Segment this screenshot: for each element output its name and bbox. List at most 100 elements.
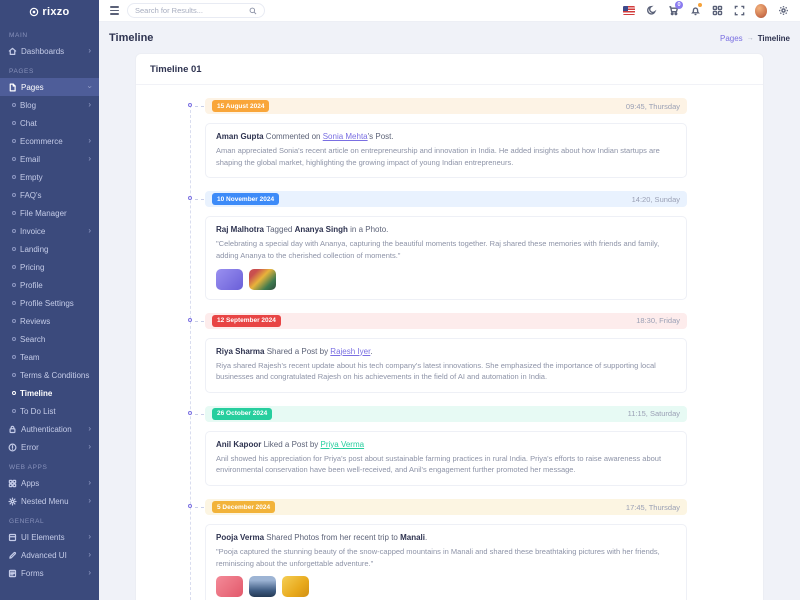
date-badge: 12 September 2024: [212, 315, 281, 327]
timeline-entry: 5 December 202417:45, Thursday Pooja Verm…: [205, 499, 687, 600]
sidebar-item-ui-elements[interactable]: UI Elements›: [0, 528, 99, 546]
cart-badge: 0: [675, 1, 683, 9]
date-badge: 5 December 2024: [212, 501, 275, 513]
entry-header: 5 December 202417:45, Thursday: [205, 499, 687, 515]
search-input[interactable]: [135, 6, 245, 15]
sidebar-item-dashboards[interactable]: Dashboards›: [0, 42, 99, 60]
text-part: Manali: [400, 533, 425, 542]
entry-time: 11:15, Saturday: [628, 409, 680, 418]
photo-thumbnail-yellow-flowers[interactable]: [282, 576, 309, 597]
settings-gear-icon[interactable]: [777, 5, 789, 17]
timeline-entry: 26 October 202411:15, SaturdayAnil Kapoo…: [205, 406, 687, 486]
sidebar-item-profile[interactable]: Profile: [0, 276, 99, 294]
bullet-icon: [12, 265, 16, 269]
entry-header: 12 September 202418:30, Friday: [205, 313, 687, 329]
entry-card: Aman Gupta Commented on Sonia Mehta's Po…: [205, 123, 687, 178]
entry-title: Aman Gupta Commented on Sonia Mehta's Po…: [216, 132, 676, 141]
sidebar-item-email[interactable]: Email›: [0, 150, 99, 168]
sidebar-item-profile-settings[interactable]: Profile Settings: [0, 294, 99, 312]
apps-grid-icon[interactable]: [711, 5, 723, 17]
section-label-main: MAIN: [0, 24, 99, 42]
sidebar-item-terms-conditions[interactable]: Terms & Conditions: [0, 366, 99, 384]
sidebar-item-label: Ecommerce: [20, 137, 63, 146]
sidebar-item-to-do-list[interactable]: To Do List: [0, 402, 99, 420]
search-icon[interactable]: [249, 7, 257, 15]
timeline-entry: 12 September 202418:30, FridayRiya Sharm…: [205, 313, 687, 393]
alert-icon: [8, 443, 17, 452]
photo-thumbnail-pink-art[interactable]: [216, 576, 243, 597]
timeline-connector: [195, 414, 204, 415]
photo-thumbnail-mountains[interactable]: [249, 576, 276, 597]
sidebar-item-label: Pages: [21, 83, 44, 92]
sidebar-item-nested-menu[interactable]: Nested Menu›: [0, 492, 99, 510]
photo-thumbnail-flowers[interactable]: [249, 269, 276, 290]
dark-mode-icon[interactable]: [645, 5, 657, 17]
notifications-bell-icon[interactable]: [689, 5, 701, 17]
chevron-right-icon: ›: [88, 569, 91, 577]
menu-toggle-icon[interactable]: [110, 6, 119, 14]
sidebar-item-team[interactable]: Team: [0, 348, 99, 366]
chevron-right-icon: ›: [88, 137, 91, 145]
sidebar-item-label: Profile Settings: [20, 299, 74, 308]
breadcrumb-parent-link[interactable]: Pages: [720, 34, 743, 43]
chevron-right-icon: ›: [88, 425, 91, 433]
sidebar-item-timeline[interactable]: Timeline: [0, 384, 99, 402]
entry-body-text: Anil showed his appreciation for Priya's…: [216, 453, 676, 476]
sidebar-item-file-manager[interactable]: File Manager: [0, 204, 99, 222]
page-title: Timeline: [109, 32, 153, 44]
section-label-general: GENERAL: [0, 510, 99, 528]
navbar-icons: 0: [623, 5, 789, 17]
sidebar-item-reviews[interactable]: Reviews: [0, 312, 99, 330]
breadcrumb: Pages → Timeline: [720, 34, 790, 43]
sidebar-item-search[interactable]: Search: [0, 330, 99, 348]
chevron-right-icon: ›: [88, 443, 91, 451]
entry-card: Pooja Verma Shared Photos from her recen…: [205, 524, 687, 600]
sidebar-item-apps[interactable]: Apps›: [0, 474, 99, 492]
timeline-connector: [195, 199, 204, 200]
home-icon: [8, 47, 17, 56]
language-flag-icon[interactable]: [623, 5, 635, 17]
search-box: [127, 3, 265, 18]
timeline-connector: [195, 507, 204, 508]
file-icon: [8, 83, 17, 92]
sidebar-item-empty[interactable]: Empty: [0, 168, 99, 186]
box-icon: [8, 533, 17, 542]
sidebar-item-forms[interactable]: Forms›: [0, 564, 99, 582]
sidebar-item-pages[interactable]: Pages›: [0, 78, 99, 96]
cart-icon[interactable]: 0: [667, 5, 679, 17]
form-icon: [8, 569, 17, 578]
sidebar-item-label: Reviews: [20, 317, 50, 326]
person-link[interactable]: Rajesh Iyer: [330, 347, 370, 356]
sidebar-item-label: Terms & Conditions: [20, 371, 89, 380]
text-part: Anil Kapoor: [216, 440, 261, 449]
sidebar-item-ecommerce[interactable]: Ecommerce ›: [0, 132, 99, 150]
bullet-icon: [12, 247, 16, 251]
text-part: Raj Malhotra: [216, 225, 264, 234]
app-logo[interactable]: rixzo: [0, 0, 99, 24]
sidebar-item-error[interactable]: Error›: [0, 438, 99, 456]
sidebar-item-authentication[interactable]: Authentication›: [0, 420, 99, 438]
fullscreen-icon[interactable]: [733, 5, 745, 17]
sidebar-item-invoice[interactable]: Invoice›: [0, 222, 99, 240]
entry-body-text: "Celebrating a special day with Ananya, …: [216, 238, 676, 261]
sidebar-item-landing[interactable]: Landing: [0, 240, 99, 258]
sidebar-item-label: Timeline: [20, 389, 52, 398]
timeline-connector: [195, 106, 204, 107]
sidebar-item-advanced-ui[interactable]: Advanced UI›: [0, 546, 99, 564]
person-link[interactable]: Sonia Mehta: [323, 132, 368, 141]
entry-title: Pooja Verma Shared Photos from her recen…: [216, 533, 676, 542]
date-badge: 15 August 2024: [212, 100, 269, 112]
user-avatar[interactable]: [755, 5, 767, 17]
breadcrumb-separator: →: [747, 35, 754, 42]
photo-thumbnail-purple-art[interactable]: [216, 269, 243, 290]
chevron-right-icon: ›: [88, 551, 91, 559]
sidebar-item-chat[interactable]: Chat: [0, 114, 99, 132]
bullet-icon: [12, 139, 16, 143]
sidebar-item-blog[interactable]: Blog›: [0, 96, 99, 114]
person-link[interactable]: Priya Verma: [321, 440, 365, 449]
chevron-right-icon: ›: [88, 47, 91, 55]
sidebar-item-faq-s[interactable]: FAQ's: [0, 186, 99, 204]
sidebar-item-pricing[interactable]: Pricing: [0, 258, 99, 276]
bullet-icon: [12, 229, 16, 233]
chevron-right-icon: ›: [88, 155, 91, 163]
